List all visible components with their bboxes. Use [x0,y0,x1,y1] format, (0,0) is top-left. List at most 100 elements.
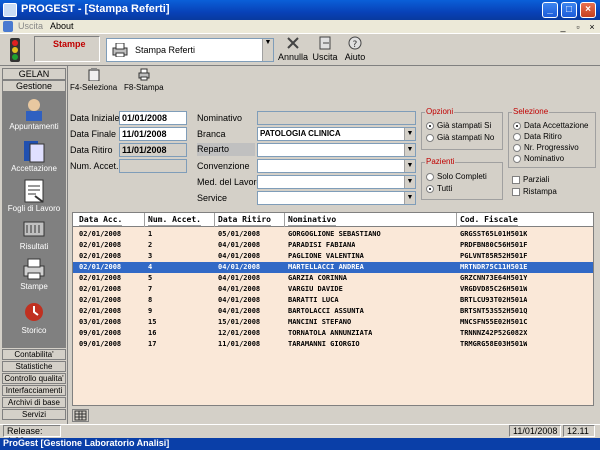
cell-data-acc: 09/01/2008 [79,329,122,337]
module-label: Stampe [53,39,86,49]
col-header-cod-fiscale[interactable]: Cod. Fiscale [460,214,518,226]
opzione-stampati-si[interactable]: Già stampati Si [426,120,491,131]
chevron-down-icon[interactable]: ▼ [404,144,415,156]
table-row[interactable]: 02/01/2008 9 04/01/2008 BARTOLACCI ASSUNTA B… [73,306,593,317]
table-row[interactable]: 02/01/2008 5 04/01/2008 GARZIA CORINNA GRZCN… [73,273,593,284]
service-select[interactable]: ▼ [257,191,416,205]
grid-icon [74,410,87,421]
selezione-data-accettazione[interactable]: Data Accettazione [513,120,588,131]
sidebar-item-stampe[interactable]: Stampe [2,256,66,291]
table-row[interactable]: 02/01/2008 1 05/01/2008 GORGOGLIONE SEBASTI… [73,229,593,240]
sidebar-servizi[interactable]: Servizi [2,409,66,420]
exit-icon [319,36,331,50]
sidebar-item-risultati[interactable]: Risultati [2,216,66,251]
sidebar-interfacciamenti[interactable]: Interfacciamenti [2,385,66,396]
table-row[interactable]: 02/01/2008 7 04/01/2008 VARGIU DAVIDE VRGDVD… [73,284,593,295]
appointments-icon [26,99,42,121]
sidebar-item-fogli-lavoro[interactable]: Fogli di Lavoro [2,178,66,213]
selezione-data-accettazione-label: Data Accettazione [524,121,589,130]
chevron-down-icon[interactable]: ▼ [262,39,273,61]
mdi-close-button[interactable]: × [587,22,597,32]
sidebar-header-gelan[interactable]: GELAN [2,68,66,80]
ristampa-checkbox[interactable]: Ristampa [512,186,557,197]
uscita-button[interactable]: Uscita [308,36,342,64]
stampa-button[interactable]: F8-Stampa [124,68,164,92]
sidebar-item-storico[interactable]: Storico [2,300,66,335]
sidebar-item-appuntamenti[interactable]: Appuntamenti [2,96,66,131]
opzione-stampati-no[interactable]: Già stampati No [426,132,494,143]
cell-num-accet: 7 [148,285,153,293]
cell-num-accet: 3 [148,252,153,260]
data-ritiro-field[interactable]: 11/01/2008 [119,143,187,157]
col-header-nominativo[interactable]: Nominativo [288,214,337,226]
sidebar-item-accettazione[interactable]: Accettazione [2,138,66,173]
cell-nominativo: GARZIA CORINNA [288,274,348,282]
table-row[interactable]: 03/01/2008 15 15/01/2008 MANCINI STEFANO MNC… [73,317,593,328]
sidebar-contabilita[interactable]: Contabilita' [2,349,66,360]
cell-nominativo: TARAMANNI GIORGIO [288,340,360,348]
selezione-nr-progressivo[interactable]: Nr. Progressivo [513,142,579,153]
col-divider [214,213,215,227]
worksheet-icon [24,179,44,203]
pazienti-solo-completi[interactable]: Solo Completi [426,171,487,182]
cell-cod-fiscale: GRGSST65L01H501K [460,230,528,238]
opzione-stampati-si-label: Già stampati Si [437,121,492,130]
cell-num-accet: 17 [148,340,157,348]
chevron-down-icon[interactable]: ▼ [404,192,415,204]
sidebar-controllo-qualita[interactable]: Controllo qualita' [2,373,66,384]
report-select[interactable]: Stampa Referti ▼ [106,38,274,62]
aiuto-label: Aiuto [344,52,366,62]
chevron-down-icon[interactable]: ▼ [404,176,415,188]
chevron-down-icon[interactable]: ▼ [404,128,415,140]
selezione-nominativo[interactable]: Nominativo [513,153,564,164]
table-row[interactable]: 09/01/2008 16 12/01/2008 TORNATOLA ANNUNZIA… [73,328,593,339]
uscita-label: Uscita [312,52,338,62]
menu-about[interactable]: About [50,21,74,31]
med-lavoro-select[interactable]: ▼ [257,175,416,189]
mdi-restore-button[interactable]: ▫ [573,22,583,32]
data-finale-field[interactable]: 11/01/2008 [119,127,187,141]
radio-icon [426,133,434,142]
cell-data-acc: 09/01/2008 [79,340,122,348]
mdi-minimize-button[interactable]: _ [558,22,568,32]
col-divider [284,213,285,227]
table-row[interactable]: 02/01/2008 8 04/01/2008 BARATTI LUCA BRTLCU9… [73,295,593,306]
branca-select[interactable]: PATOLOGIA CLINICA ▼ [257,127,416,141]
maximize-button[interactable]: □ [561,2,577,18]
sidebar-statistiche[interactable]: Statistiche [2,361,66,372]
num-accet-field[interactable] [119,159,187,173]
cell-num-accet: 2 [148,241,153,249]
convenzione-select[interactable]: ▼ [257,159,416,173]
selezione-data-ritiro[interactable]: Data Ritiro [513,131,562,142]
col-header-num-accet[interactable]: Num. Accet. [148,214,201,226]
pazienti-tutti[interactable]: Tutti [426,183,452,194]
cell-data-ritiro: 04/01/2008 [218,274,261,282]
table-corner-button[interactable] [72,409,89,422]
table-row[interactable]: 02/01/2008 4 04/01/2008 MARTELLACCI ANDREA M… [73,262,593,273]
aiuto-button[interactable]: ? Aiuto [338,36,372,64]
parziali-checkbox[interactable]: Parziali [512,174,549,185]
minimize-button[interactable]: _ [542,2,558,18]
pazienti-title: Pazienti [425,157,456,166]
menu-uscita[interactable]: Uscita [18,21,43,31]
col-header-data-ritiro[interactable]: Data Ritiro [218,214,271,226]
sidebar-label-storico: Storico [21,326,47,335]
printer-icon [112,43,128,57]
parziali-label: Parziali [523,175,550,184]
table-row[interactable]: 09/01/2008 17 11/01/2008 TARAMANNI GIORGIO T… [73,339,593,350]
data-finale-label: Data Finale [70,129,117,139]
cell-cod-fiscale: TRNNNZ42P52G082X [460,329,528,337]
sidebar-archivi-base[interactable]: Archivi di base [2,397,66,408]
annulla-button[interactable]: Annulla [276,36,310,64]
close-button[interactable]: × [580,2,596,18]
sidebar-header-gestione[interactable]: Gestione [2,80,66,92]
nominativo-field[interactable] [257,111,416,125]
table-row[interactable]: 02/01/2008 3 04/01/2008 PAGLIONE VALENTINA P… [73,251,593,262]
seleziona-button[interactable]: F4-Seleziona [70,68,117,92]
table-row[interactable]: 02/01/2008 2 04/01/2008 PARADISI FABIANA PRD… [73,240,593,251]
col-header-data-acc[interactable]: Data Acc. [79,214,123,226]
reparto-select[interactable]: ▼ [257,143,416,157]
cell-nominativo: VARGIU DAVIDE [288,285,343,293]
chevron-down-icon[interactable]: ▼ [404,160,415,172]
data-iniziale-field[interactable]: 01/01/2008 [119,111,187,125]
